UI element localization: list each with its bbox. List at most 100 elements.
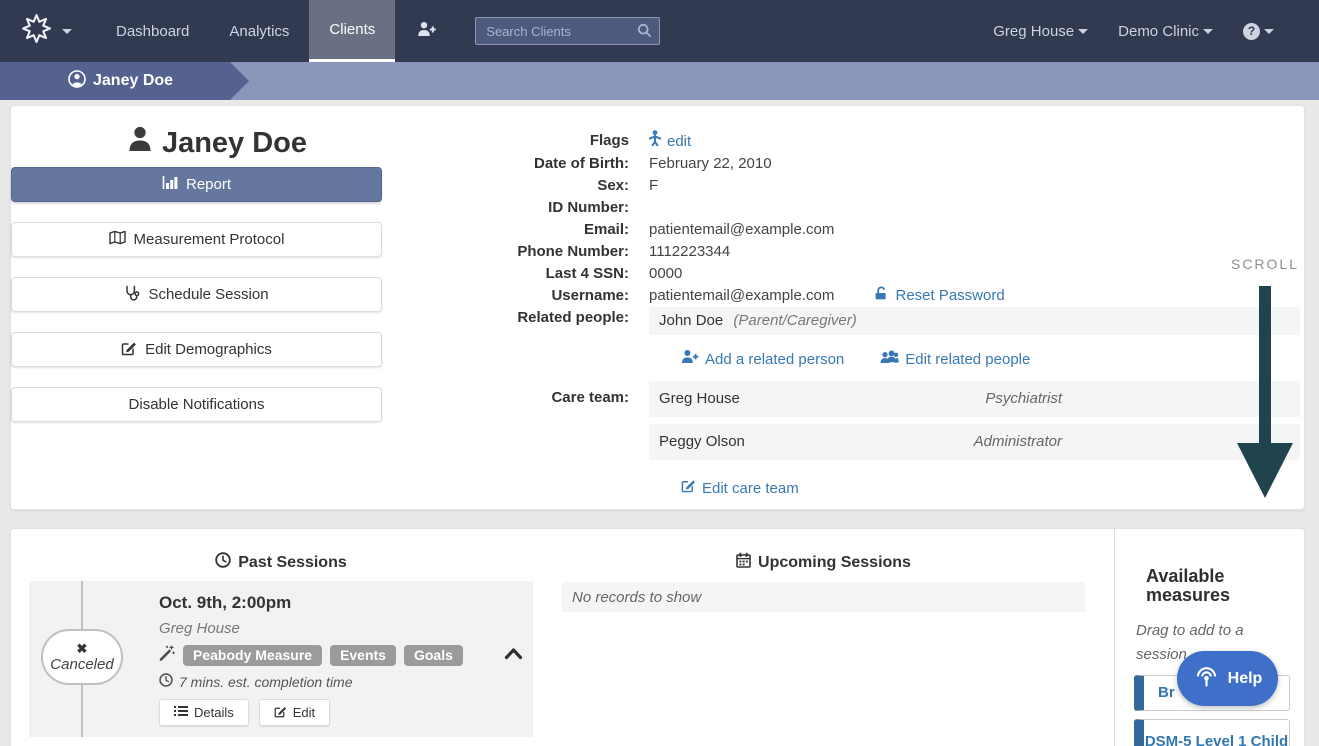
flags-label: Flags xyxy=(431,130,629,152)
user-circle-icon xyxy=(68,70,86,93)
edit-demographics-label: Edit Demographics xyxy=(145,341,272,358)
past-sessions-title: Past Sessions xyxy=(238,554,347,572)
map-icon xyxy=(109,230,126,249)
session-details-button[interactable]: Details xyxy=(159,699,249,726)
chevron-down-icon xyxy=(1078,29,1088,34)
clock-icon xyxy=(159,673,173,690)
user-icon xyxy=(128,126,152,160)
clinic-menu[interactable]: Demo Clinic xyxy=(1118,23,1213,40)
sex-label: Sex: xyxy=(431,175,629,197)
reset-password-link[interactable]: Reset Password xyxy=(874,285,1004,307)
related-person-name: John Doe xyxy=(659,312,723,329)
measurement-protocol-label: Measurement Protocol xyxy=(134,231,285,248)
flags-row: Flags edit xyxy=(431,130,1300,153)
nav-dashboard[interactable]: Dashboard xyxy=(96,0,209,62)
past-session-card: ✖ Canceled Oct. 9th, 2:00pm Greg House P… xyxy=(29,581,533,737)
email-label: Email: xyxy=(431,219,629,241)
chevron-down-icon xyxy=(62,29,72,34)
client-details: Flags edit Date of Birth: February 22, 2… xyxy=(431,130,1300,500)
id-number-label: ID Number: xyxy=(431,197,629,219)
session-edit-label: Edit xyxy=(293,705,315,720)
past-sessions-header: Past Sessions xyxy=(29,552,533,573)
clock-icon xyxy=(215,552,231,573)
chevron-down-icon xyxy=(1203,29,1213,34)
session-datetime: Oct. 9th, 2:00pm xyxy=(159,593,499,613)
upcoming-empty-text: No records to show xyxy=(572,589,701,606)
calendar-icon xyxy=(736,552,751,573)
measurement-protocol-button[interactable]: Measurement Protocol xyxy=(11,222,382,257)
related-people-links: Add a related person Edit related people xyxy=(681,349,1300,371)
schedule-session-button[interactable]: Schedule Session xyxy=(11,277,382,312)
email-value: patientemail@example.com xyxy=(649,219,1300,241)
stethoscope-icon xyxy=(124,285,140,305)
add-related-person-link[interactable]: Add a related person xyxy=(681,349,844,371)
care-team-member-name: Peggy Olson xyxy=(659,433,745,450)
ssn-value: 0000 xyxy=(649,263,1300,285)
nav-analytics[interactable]: Analytics xyxy=(209,0,309,62)
session-tag: Events xyxy=(330,645,396,666)
breadcrumb-client-name: Janey Doe xyxy=(93,72,173,90)
panel-divider xyxy=(1114,529,1115,746)
user-plus-icon xyxy=(681,349,699,371)
help-fab-label: Help xyxy=(1228,670,1263,688)
nav-clients[interactable]: Clients xyxy=(309,0,395,62)
help-menu[interactable]: ? xyxy=(1243,23,1274,40)
session-tag: Goals xyxy=(404,645,463,666)
detail-row: Sex: F xyxy=(431,175,1300,197)
action-buttons: Report Measurement Protocol Schedule Ses… xyxy=(11,167,382,422)
profile-column: Janey Doe xyxy=(32,126,403,162)
breadcrumb-client[interactable]: Janey Doe xyxy=(0,62,230,100)
client-search xyxy=(475,17,660,45)
client-name: Janey Doe xyxy=(162,127,307,160)
session-provider: Greg House xyxy=(159,620,499,637)
pencil-square-icon xyxy=(121,340,137,360)
flags-edit-label: edit xyxy=(667,131,691,153)
care-team-row: Care team: Greg House Psychiatrist Peggy… xyxy=(431,387,1300,500)
available-measures: Available measures Drag to add to a sess… xyxy=(1134,529,1298,746)
chevron-down-icon xyxy=(1264,29,1274,34)
username-value: patientemail@example.com xyxy=(649,287,834,304)
edit-related-people-link[interactable]: Edit related people xyxy=(880,349,1030,371)
help-fab-button[interactable]: Help xyxy=(1177,651,1278,706)
related-people-row: Related people: John Doe (Parent/Caregiv… xyxy=(431,307,1300,371)
session-edit-button[interactable]: Edit xyxy=(259,699,330,726)
session-body: Oct. 9th, 2:00pm Greg House Peabody Meas… xyxy=(159,593,499,726)
client-overview-panel: Janey Doe Report Measurement Protocol xyxy=(10,105,1305,510)
brand-menu[interactable] xyxy=(0,0,96,62)
user-menu[interactable]: Greg House xyxy=(993,23,1088,40)
disable-notifications-button[interactable]: Disable Notifications xyxy=(11,387,382,422)
child-icon xyxy=(649,130,661,153)
care-team-member-role: Psychiatrist xyxy=(985,388,1062,410)
flags-edit-link[interactable]: edit xyxy=(649,130,691,153)
beacon-icon xyxy=(1193,664,1220,693)
care-team-member-row: Greg House Psychiatrist xyxy=(649,381,1300,417)
care-team-member-name: Greg House xyxy=(659,390,740,407)
care-team-member-role: Administrator xyxy=(974,431,1062,453)
bar-chart-icon xyxy=(162,175,178,194)
detail-row: Phone Number: 1112223344 xyxy=(431,241,1300,263)
navbar-right: Greg House Demo Clinic ? xyxy=(993,0,1319,62)
pencil-square-icon xyxy=(274,705,287,721)
search-icon[interactable] xyxy=(637,23,652,43)
chevron-up-icon[interactable] xyxy=(504,647,523,665)
dob-value: February 22, 2010 xyxy=(649,153,1300,175)
sex-value: F xyxy=(649,175,1300,197)
clinic-menu-label: Demo Clinic xyxy=(1118,23,1199,40)
ssn-label: Last 4 SSN: xyxy=(431,263,629,285)
upcoming-empty-row: No records to show xyxy=(562,582,1085,612)
edit-demographics-button[interactable]: Edit Demographics xyxy=(11,332,382,367)
detail-row: Email: patientemail@example.com xyxy=(431,219,1300,241)
session-details-label: Details xyxy=(194,705,234,720)
detail-row: Last 4 SSN: 0000 xyxy=(431,263,1300,285)
measure-card[interactable]: DSM-5 Level 1 Child xyxy=(1134,719,1290,746)
edit-care-team-link[interactable]: Edit care team xyxy=(681,478,799,500)
add-client-button[interactable] xyxy=(395,0,459,62)
session-completion-label: 7 mins. est. completion time xyxy=(179,674,353,690)
scroll-hint: SCROLL xyxy=(1225,256,1305,503)
detail-row: ID Number: xyxy=(431,197,1300,219)
search-input[interactable] xyxy=(475,17,660,45)
related-people-label: Related people: xyxy=(431,307,629,329)
top-navbar: Dashboard Analytics Clients Greg House D… xyxy=(0,0,1319,62)
report-button[interactable]: Report xyxy=(11,167,382,202)
phone-value: 1112223344 xyxy=(649,241,1300,263)
